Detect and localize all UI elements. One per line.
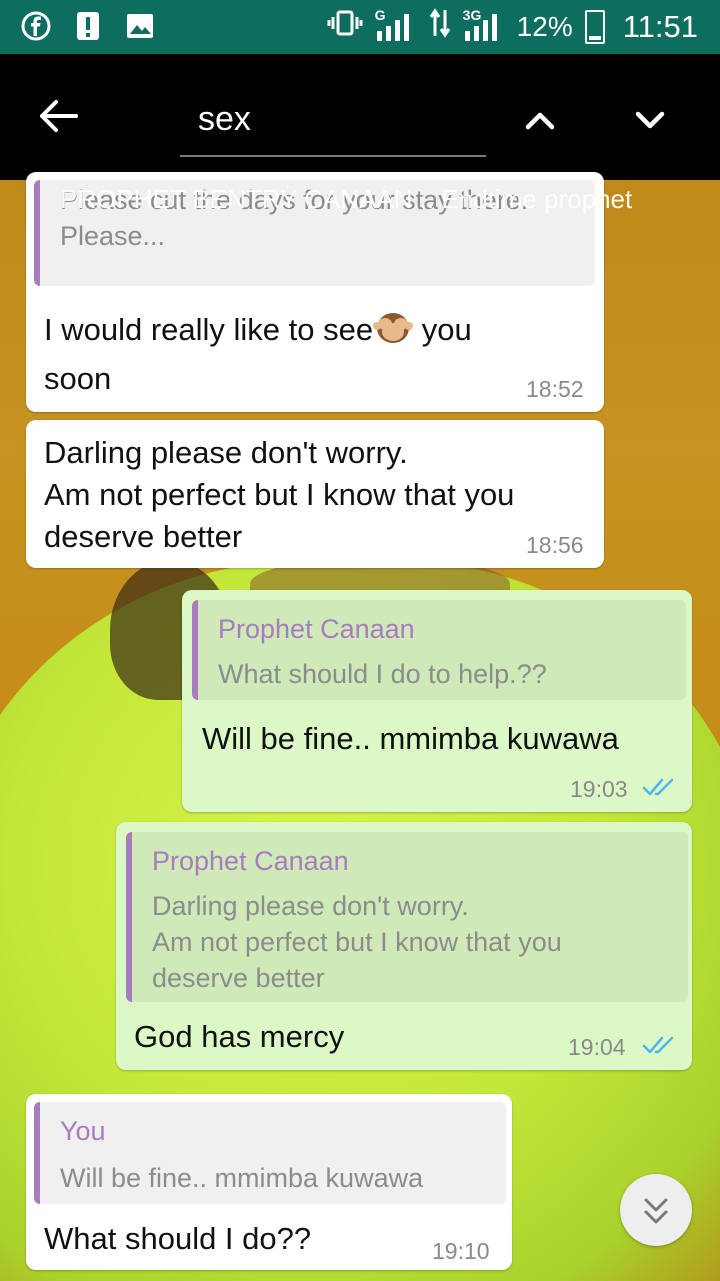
- quoted-message-text: What should I do to help.??: [218, 659, 547, 689]
- message-text: Will be fine.. mmimba kuwawa: [202, 721, 619, 756]
- quoted-sender-name: Prophet Canaan: [152, 846, 349, 876]
- data-arrows-icon: [429, 8, 451, 45]
- message-time: 19:10: [432, 1238, 490, 1264]
- scroll-to-bottom-button[interactable]: [620, 1174, 692, 1246]
- search-previous-chevron-up-icon[interactable]: [520, 100, 560, 140]
- double-chevron-down-icon: [644, 1198, 668, 1224]
- image-notification-icon: [124, 10, 156, 42]
- search-input-underline: [180, 155, 486, 157]
- quoted-message[interactable]: Prophet Canaan Darling please don't worr…: [126, 832, 688, 1002]
- message-text: I would really like to see you: [44, 308, 584, 351]
- quoted-message-text: Darling please don't worry. Am not perfe…: [152, 891, 562, 993]
- search-input[interactable]: sex: [198, 100, 251, 139]
- back-arrow-icon[interactable]: [36, 94, 80, 138]
- sender-name-overlay: PROPHET BENTRY CANAAN... Endtime prophet: [60, 184, 633, 214]
- vibrate-icon: [327, 10, 363, 43]
- message-text-line2: soon: [44, 361, 112, 396]
- message-bubble-outgoing[interactable]: Prophet Canaan What should I do to help.…: [182, 590, 692, 812]
- signal-2-icon: 3G: [463, 7, 505, 43]
- status-bar: G 3G 12% 11:51: [0, 0, 720, 54]
- alert-notification-icon: [72, 10, 104, 42]
- message-time: 19:04: [568, 1034, 626, 1060]
- see-no-evil-monkey-icon: [373, 308, 414, 344]
- battery-percent: 12%: [516, 10, 573, 42]
- quoted-sender-name: Prophet Canaan: [218, 614, 415, 644]
- message-text: Darling please don't worry. Am not perfe…: [44, 435, 515, 554]
- quoted-message-text: Will be fine.. mmimba kuwawa: [60, 1163, 424, 1193]
- message-time: 18:56: [526, 532, 584, 558]
- clock: 11:51: [622, 8, 698, 44]
- search-next-chevron-down-icon[interactable]: [630, 100, 670, 140]
- battery-icon: [584, 9, 605, 44]
- quoted-sender-name: You: [60, 1116, 106, 1146]
- message-text: What should I do??: [44, 1221, 312, 1256]
- read-receipt-icon: [642, 778, 674, 796]
- message-time: 19:03: [570, 776, 628, 802]
- signal-1-icon: G: [375, 7, 417, 43]
- message-time: 18:52: [526, 376, 584, 402]
- search-toolbar: [0, 54, 720, 180]
- message-bubble-incoming[interactable]: You Will be fine.. mmimba kuwawa What sh…: [26, 1094, 512, 1270]
- quoted-message[interactable]: You Will be fine.. mmimba kuwawa: [34, 1102, 506, 1204]
- message-bubble-incoming[interactable]: Darling please don't worry. Am not perfe…: [26, 420, 604, 568]
- message-bubble-outgoing[interactable]: Prophet Canaan Darling please don't worr…: [116, 822, 692, 1070]
- quoted-message[interactable]: Prophet Canaan What should I do to help.…: [192, 600, 686, 700]
- facebook-notification-icon: [20, 10, 52, 42]
- message-text: God has mercy: [134, 1019, 345, 1054]
- read-receipt-icon: [642, 1036, 674, 1054]
